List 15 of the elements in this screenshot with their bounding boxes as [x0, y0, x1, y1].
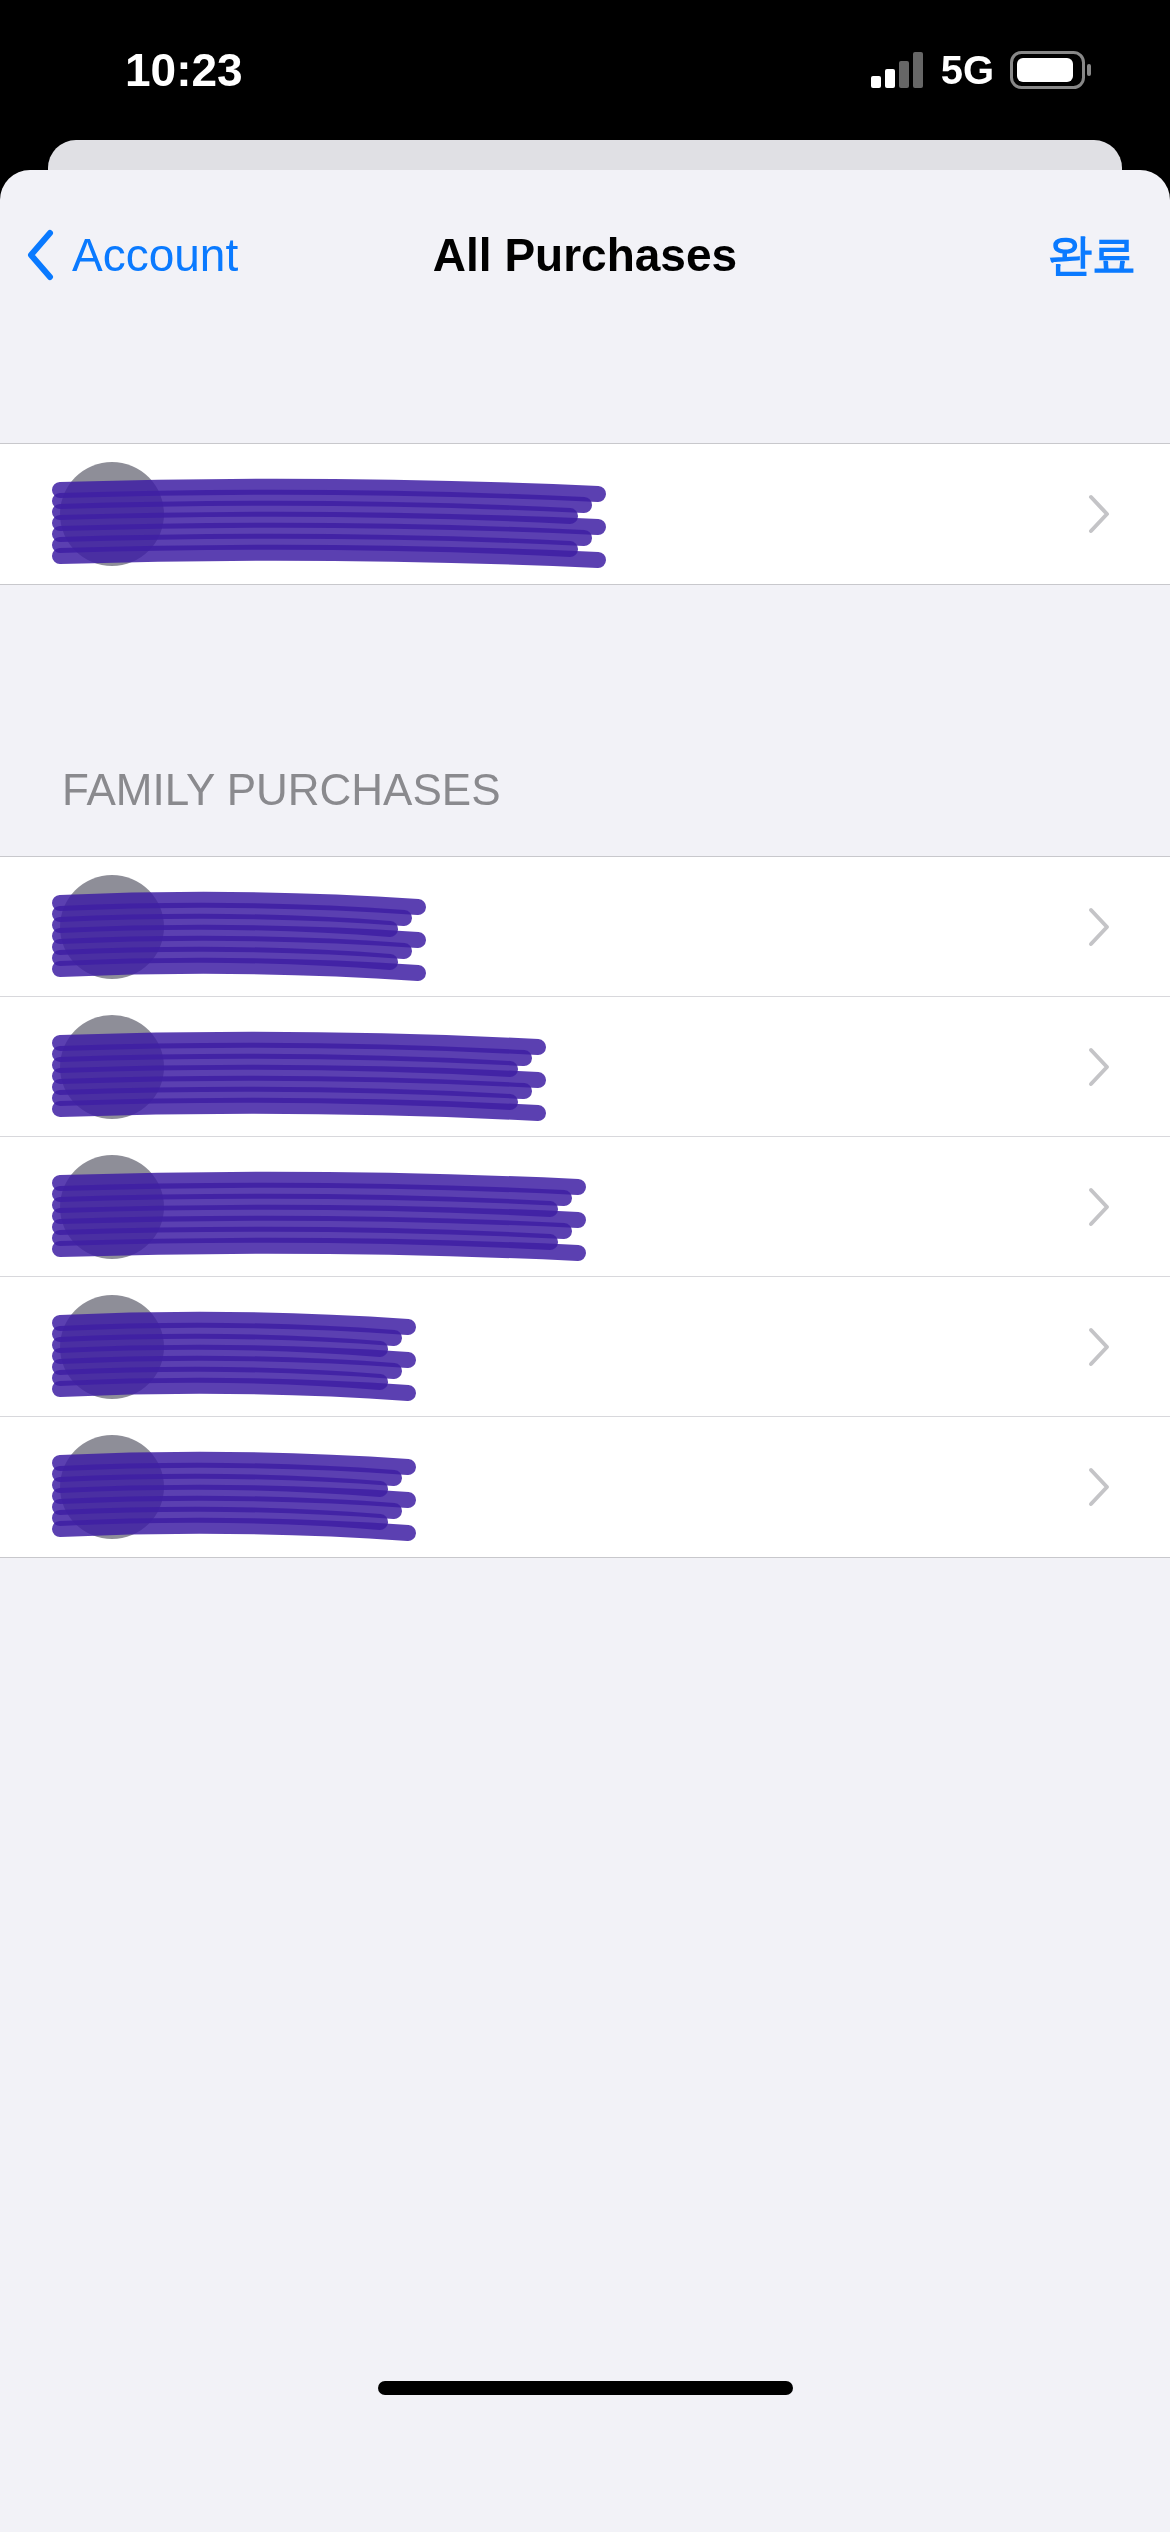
chevron-icon: [1088, 1467, 1110, 1507]
battery-icon: [1010, 51, 1092, 89]
signal-icon: [870, 52, 925, 88]
chevron-icon: [1088, 1046, 1110, 1087]
status-time: 10:23: [125, 42, 243, 98]
network-label: 5G: [940, 47, 994, 94]
section-header: FAMILY PURCHASES: [62, 763, 501, 816]
done-button[interactable]: 완료: [1048, 222, 1144, 288]
back-button[interactable]: Account: [26, 220, 239, 290]
chevron-icon: [1088, 906, 1110, 947]
back-chevron-icon: [26, 229, 54, 281]
chevron-icon: [1088, 1186, 1110, 1227]
nav-title: All Purchases: [432, 227, 738, 283]
chevron-icon: [1088, 1326, 1110, 1367]
chevron-icon: [1088, 494, 1110, 534]
